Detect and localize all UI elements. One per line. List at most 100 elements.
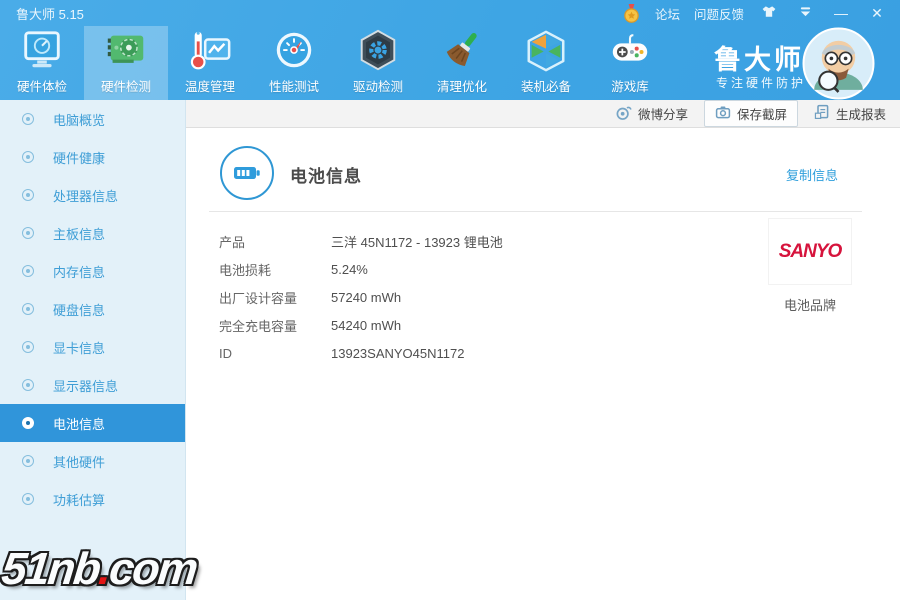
- speed-gauge-icon: [271, 28, 317, 74]
- radio-icon: [22, 189, 34, 201]
- weibo-icon: [615, 104, 632, 124]
- forum-link[interactable]: 论坛: [655, 4, 680, 23]
- tab-label: 性能测试: [268, 80, 319, 94]
- radio-icon: [22, 341, 34, 353]
- radio-icon: [22, 493, 34, 505]
- generate-report-button[interactable]: 生成报表: [814, 104, 886, 123]
- sidebar-item-label: 显卡信息: [53, 340, 106, 356]
- battery-info-panel: 电池信息 复制信息 产品 三洋 45N1172 - 13923 锂电池 电池损耗…: [186, 129, 900, 600]
- sidebar-item-gpu[interactable]: 显卡信息: [0, 328, 185, 366]
- tab-label: 硬件体检: [16, 80, 67, 94]
- table-row: 电池损耗 5.24%: [186, 255, 746, 283]
- cube-icon: [523, 28, 569, 74]
- row-value: 5.24%: [331, 261, 368, 277]
- row-label: 产品: [219, 234, 246, 250]
- sidebar-item-power-estimate[interactable]: 功耗估算: [0, 480, 185, 518]
- tab-driver[interactable]: 驱动检测: [336, 26, 420, 100]
- sidebar-item-disk[interactable]: 硬盘信息: [0, 290, 185, 328]
- sidebar-item-battery[interactable]: 电池信息: [0, 404, 185, 442]
- tab-hardware-checkup[interactable]: 硬件体检: [0, 26, 84, 100]
- watermark-prefix: 51nb: [0, 543, 102, 594]
- hexagon-gear-icon: [355, 28, 401, 74]
- sidebar-item-label: 电池信息: [53, 416, 106, 432]
- sanyo-logo-text: SANYO: [778, 240, 843, 262]
- row-label: 电池损耗: [219, 262, 272, 278]
- row-value: 13923SANYO45N1172: [331, 345, 465, 361]
- tab-performance[interactable]: 性能测试: [252, 26, 336, 100]
- monitor-radar-icon: [19, 28, 65, 74]
- table-row: ID 13923SANYO45N1172: [186, 339, 746, 367]
- camera-icon: [715, 104, 731, 123]
- tab-temperature[interactable]: 温度管理: [168, 26, 252, 100]
- sidebar-item-overview[interactable]: 电脑概览: [0, 100, 185, 138]
- brand-slogan: 专注硬件防护: [716, 76, 807, 90]
- radio-icon: [22, 227, 34, 239]
- battery-brand-logo: SANYO: [768, 218, 852, 285]
- brand-area: 鲁大师 专注硬件防护: [700, 26, 900, 100]
- radio-icon: [22, 379, 34, 391]
- battery-brand-caption: 电池品牌: [783, 298, 836, 313]
- row-label: 完全充电容量: [219, 318, 298, 334]
- save-screenshot-label: 保存截屏: [736, 108, 787, 122]
- generate-report-label: 生成报表: [835, 108, 886, 122]
- radio-icon: [22, 303, 34, 315]
- thermometer-chart-icon: [187, 28, 233, 74]
- row-value: 57240 mWh: [331, 289, 402, 305]
- feedback-link[interactable]: 问题反馈: [694, 4, 744, 23]
- battery-detail-table: 产品 三洋 45N1172 - 13923 锂电池 电池损耗 5.24% 出厂设…: [186, 227, 746, 367]
- row-label: 出厂设计容量: [219, 290, 298, 306]
- medal-icon[interactable]: [622, 3, 641, 23]
- tab-label: 温度管理: [184, 80, 235, 94]
- sidebar-item-label: 电脑概览: [53, 112, 106, 128]
- sidebar-item-label: 内存信息: [53, 264, 106, 280]
- minimize-button[interactable]: —: [830, 5, 852, 21]
- tab-label: 清理优化: [436, 80, 487, 94]
- save-screenshot-button[interactable]: 保存截屏: [703, 100, 798, 127]
- main-toolbar: 硬件体检 硬件检测 温度管理 性能测试 驱动检测 清理优化 装机必备 游戏库: [0, 26, 672, 100]
- sidebar-item-motherboard[interactable]: 主板信息: [0, 214, 185, 252]
- action-bar: 微博分享 保存截屏 生成报表: [186, 100, 900, 128]
- watermark-suffix: com: [106, 543, 199, 594]
- tab-games[interactable]: 游戏库: [588, 26, 672, 100]
- radio-icon: [22, 455, 34, 467]
- table-row: 产品 三洋 45N1172 - 13923 锂电池: [186, 227, 746, 255]
- sidebar-item-hardware-health[interactable]: 硬件健康: [0, 138, 185, 176]
- radio-icon: [22, 417, 34, 429]
- battery-icon: [220, 146, 274, 200]
- header-divider: [209, 211, 862, 212]
- sidebar-item-display[interactable]: 显示器信息: [0, 366, 185, 404]
- gamepad-icon: [607, 28, 653, 74]
- watermark: 51nb.com: [0, 543, 199, 595]
- sidebar-item-memory[interactable]: 内存信息: [0, 252, 185, 290]
- skin-icon[interactable]: [758, 4, 780, 23]
- mascot-avatar: [802, 27, 875, 100]
- weibo-share-button[interactable]: 微博分享: [615, 104, 688, 124]
- tab-essentials[interactable]: 装机必备: [504, 26, 588, 100]
- report-icon: [814, 104, 830, 123]
- close-button[interactable]: ✕: [866, 5, 888, 22]
- sidebar-item-other-hardware[interactable]: 其他硬件: [0, 442, 185, 480]
- sidebar-item-label: 主板信息: [53, 226, 106, 242]
- row-value: 三洋 45N1172 - 13923 锂电池: [331, 234, 503, 250]
- sidebar-item-label: 硬盘信息: [53, 302, 106, 318]
- sidebar-item-cpu[interactable]: 处理器信息: [0, 176, 185, 214]
- tab-label: 装机必备: [520, 80, 571, 94]
- tab-label: 驱动检测: [352, 80, 403, 94]
- radio-icon: [22, 151, 34, 163]
- tab-cleanup[interactable]: 清理优化: [420, 26, 504, 100]
- table-row: 出厂设计容量 57240 mWh: [186, 283, 746, 311]
- sidebar-item-label: 硬件健康: [53, 150, 106, 166]
- tab-hardware-detect[interactable]: 硬件检测: [84, 26, 168, 100]
- title-bar: 鲁大师 5.15 论坛 问题反馈 — ✕: [0, 0, 900, 26]
- sidebar: 电脑概览 硬件健康 处理器信息 主板信息 内存信息 硬盘信息 显卡信息 显示器信…: [0, 100, 186, 600]
- radio-icon: [22, 113, 34, 125]
- row-value: 54240 mWh: [331, 317, 402, 333]
- sidebar-item-label: 其他硬件: [53, 454, 106, 470]
- app-window: 鲁大师 5.15 论坛 问题反馈 — ✕ 硬件体检 硬件检测 温度管理 性能测试…: [0, 0, 900, 600]
- table-row: 完全充电容量 54240 mWh: [186, 311, 746, 339]
- titlebar-controls: 论坛 问题反馈 — ✕: [622, 3, 888, 23]
- copy-info-link[interactable]: 复制信息: [786, 165, 838, 184]
- sidebar-item-label: 功耗估算: [53, 492, 106, 508]
- gpu-card-icon: [103, 28, 149, 74]
- menu-dropdown-icon[interactable]: [794, 5, 816, 21]
